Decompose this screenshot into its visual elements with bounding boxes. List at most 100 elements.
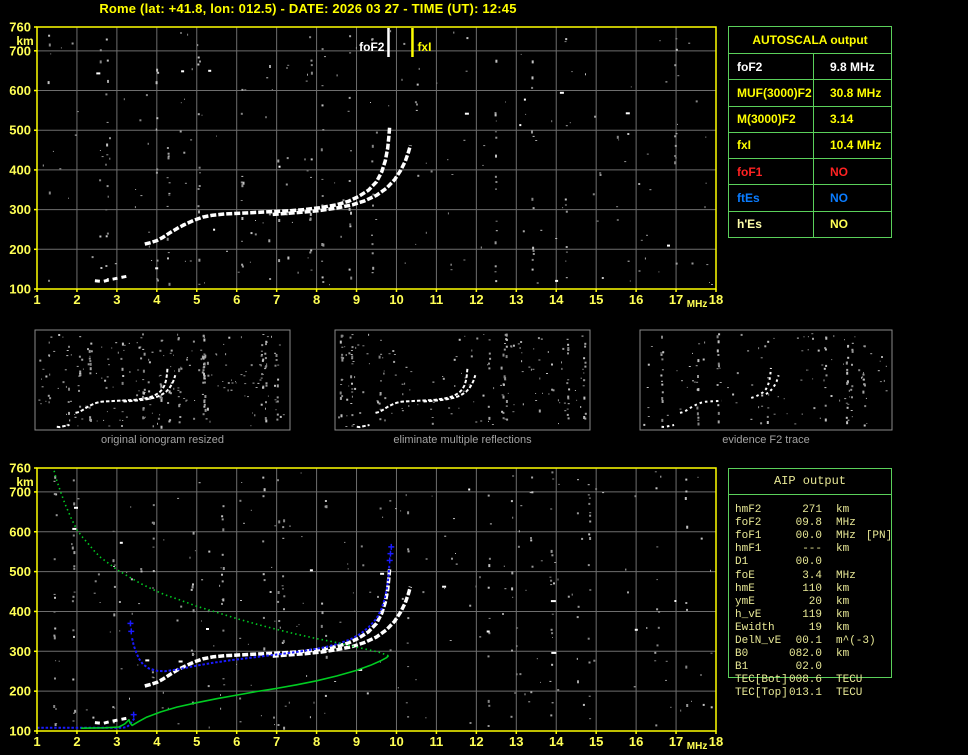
svg-text:km: km	[16, 34, 33, 48]
svg-text:300: 300	[9, 644, 31, 659]
svg-text:12: 12	[469, 734, 483, 749]
svg-text:500: 500	[9, 123, 31, 138]
svg-text:17: 17	[669, 292, 683, 307]
aip-param-label: foF2	[735, 517, 762, 530]
autoscala-param-value: NO	[830, 217, 848, 232]
aip-param-value: 013.1	[789, 687, 823, 700]
svg-text:8: 8	[313, 734, 320, 749]
svg-text:fxI: fxI	[417, 40, 431, 54]
svg-text:11: 11	[430, 734, 444, 749]
svg-text:10: 10	[389, 292, 403, 307]
aip-param-label: Ewidth	[735, 621, 775, 634]
table-row: MUF(3000)F2 30.8 MHz	[729, 80, 891, 107]
autoscala-param-label: MUF(3000)F2	[729, 80, 814, 106]
svg-text:400: 400	[9, 604, 31, 619]
svg-text:MHz: MHz	[687, 741, 708, 752]
aip-param-label: hmF2	[735, 504, 762, 516]
autoscala-param-value: NO	[830, 164, 848, 179]
aip-param-value: 271	[802, 504, 822, 516]
thumbnail-caption-original: original ionogram resized	[101, 434, 224, 446]
svg-text:foF2: foF2	[359, 40, 385, 54]
svg-text:2: 2	[73, 734, 80, 749]
autoscala-param-value: 9.8 MHz	[830, 59, 875, 74]
aip-param-label: foE	[735, 569, 755, 582]
aip-output-table: AIP output hmF2 271 km foF2 09.8 MHz foF1 00.0 M…	[728, 468, 896, 708]
autoscala-param-label: foF2	[729, 54, 814, 80]
aip-table-title: AIP output	[773, 474, 846, 488]
aip-param-label: ymE	[735, 595, 755, 608]
thumbnail-caption-eliminate: eliminate multiple reflections	[393, 434, 532, 446]
aip-param-label: hmF1	[735, 543, 762, 556]
table-row: Ewidth 19 km	[728, 622, 859, 635]
aip-param-value: 09.8	[795, 517, 822, 530]
svg-text:16: 16	[629, 734, 643, 749]
svg-text:9: 9	[353, 734, 360, 749]
table-row: h'Es NO	[729, 211, 891, 237]
table-row: foE 3.4 MHz	[728, 570, 866, 583]
autoscala-param-value: 10.4 MHz	[830, 138, 882, 153]
svg-text:5: 5	[193, 292, 200, 307]
aip-header-divider	[728, 494, 892, 495]
table-row: M(3000)F2 3.14	[729, 106, 891, 133]
table-row: foF2 9.8 MHz	[729, 54, 891, 81]
svg-text:760: 760	[9, 461, 31, 476]
table-row: foF1 00.0 MHz [PN]	[728, 530, 892, 543]
svg-text:600: 600	[9, 83, 31, 98]
aip-param-value: 00.1	[795, 635, 822, 647]
svg-text:16: 16	[629, 292, 643, 307]
svg-text:12: 12	[469, 292, 483, 307]
svg-text:3: 3	[113, 734, 120, 749]
svg-text:7: 7	[273, 292, 280, 307]
svg-text:17: 17	[669, 734, 683, 749]
table-row: hmF1 --- km	[728, 543, 859, 556]
aip-param-unit: MHz	[836, 530, 856, 543]
aip-param-unit: km	[836, 648, 850, 661]
aip-param-unit: MHz	[836, 517, 856, 530]
aip-param-value: 19	[808, 621, 822, 634]
table-row: TEC[Bot] 008.6 TECU	[728, 674, 872, 687]
autoscala-param-label: h'Es	[729, 211, 814, 237]
svg-text:18: 18	[709, 292, 723, 307]
table-row: fxI 10.4 MHz	[729, 132, 891, 160]
svg-text:13: 13	[509, 734, 523, 749]
svg-text:100: 100	[9, 282, 31, 297]
svg-text:1: 1	[33, 292, 40, 307]
aip-param-extra: [PN]	[865, 530, 893, 543]
aip-param-label: TEC[Top]	[735, 687, 788, 700]
aip-param-value: 119	[802, 608, 822, 621]
aip-param-unit: TECU	[836, 687, 863, 700]
aip-param-unit: km	[836, 621, 850, 634]
svg-text:7: 7	[273, 734, 280, 749]
table-row: ftEs NO	[729, 185, 891, 212]
aip-param-value: 00.0	[795, 556, 822, 569]
aip-param-label: B0	[735, 648, 749, 661]
aip-param-value: 110	[802, 582, 822, 595]
table-row: hmE 110 km	[728, 583, 859, 596]
autoscala-screen: 1 2 3 4 5 6 7 8 9 10 11 12 13 14 15 16 17 18 760 700 600 500 4…	[0, 0, 968, 755]
svg-text:6: 6	[233, 734, 240, 749]
aip-param-label: hmE	[735, 582, 755, 595]
autoscala-param-value: 30.8 MHz	[830, 85, 882, 100]
svg-text:4: 4	[153, 292, 161, 307]
aip-param-unit: km	[836, 582, 850, 595]
svg-text:4: 4	[153, 734, 161, 749]
table-row: foF1 NO	[729, 159, 891, 186]
svg-text:km: km	[16, 475, 33, 489]
autoscala-table-title: AUTOSCALA output	[729, 27, 891, 54]
aip-param-label: TEC[Bot]	[735, 674, 788, 687]
svg-text:5: 5	[193, 734, 200, 749]
svg-text:15: 15	[589, 292, 603, 307]
svg-text:10: 10	[389, 734, 403, 749]
svg-text:MHz: MHz	[687, 299, 708, 310]
aip-param-value: 082.0	[789, 648, 823, 661]
aip-param-label: foF1	[735, 530, 762, 543]
svg-text:14: 14	[549, 734, 564, 749]
svg-text:3: 3	[113, 292, 120, 307]
table-row: ymE 20 km	[728, 596, 859, 609]
svg-text:300: 300	[9, 202, 31, 217]
svg-text:11: 11	[430, 292, 444, 307]
aip-param-value: 20	[808, 595, 822, 608]
aip-param-label: D1	[735, 556, 749, 569]
svg-text:9: 9	[353, 292, 360, 307]
svg-text:14: 14	[549, 292, 564, 307]
